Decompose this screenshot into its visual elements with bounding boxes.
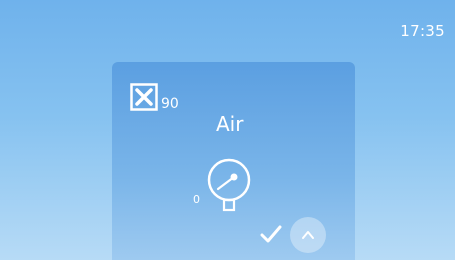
close-box-icon[interactable]: [130, 83, 158, 111]
pressure-gauge-icon: [207, 158, 251, 212]
checkmark-icon[interactable]: [260, 225, 282, 243]
device-screen: 17:35 90 Air 0: [0, 0, 455, 260]
chevron-up-icon: [302, 231, 314, 239]
gauge-min-label: 0: [193, 193, 200, 206]
mode-label: Air: [216, 112, 244, 136]
scroll-up-button[interactable]: [290, 217, 326, 253]
setting-card: 90 Air 0: [112, 62, 355, 260]
limit-value: 90: [161, 96, 179, 112]
clock-time: 17:35: [400, 22, 445, 40]
